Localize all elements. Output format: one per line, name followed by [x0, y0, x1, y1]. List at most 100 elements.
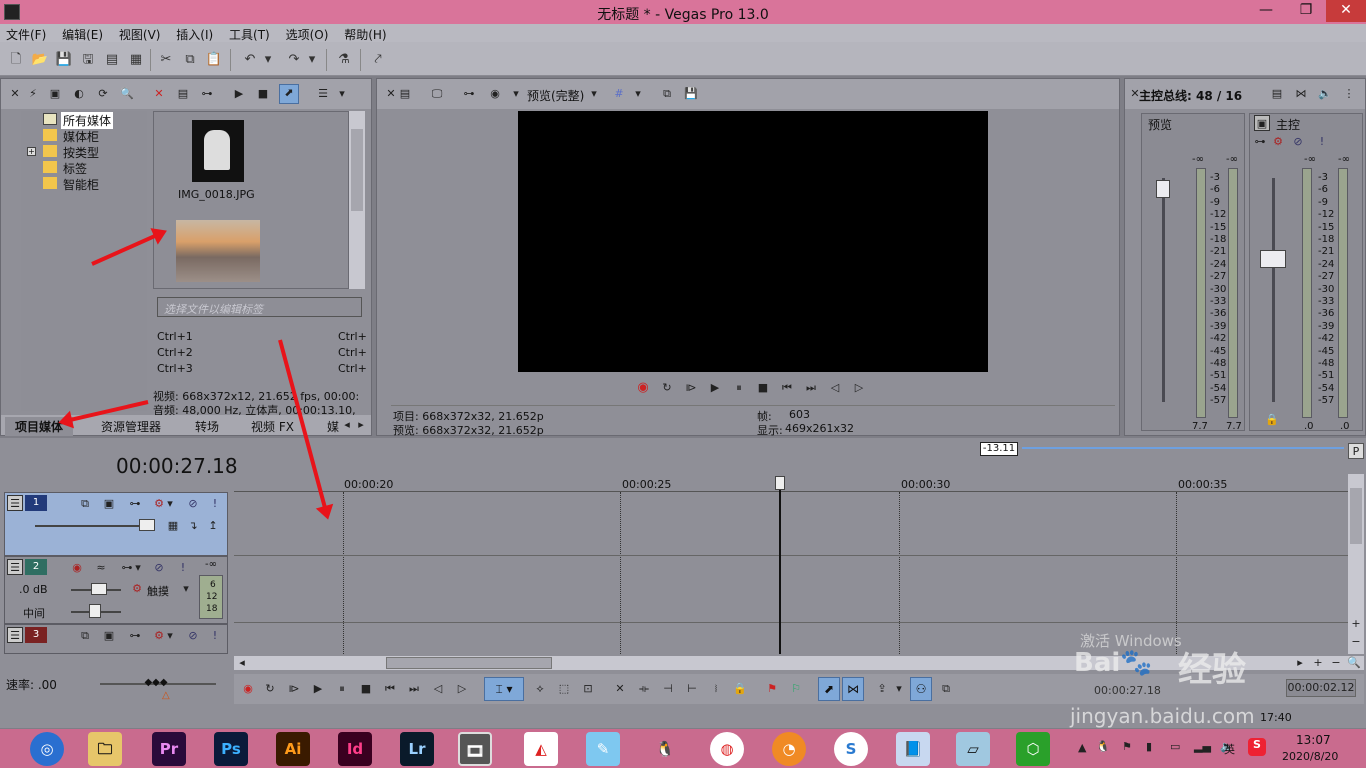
- capture-icon[interactable]: ▣: [47, 86, 63, 102]
- record-icon[interactable]: ◉: [635, 380, 651, 396]
- pan-slider[interactable]: [89, 604, 101, 618]
- sogou-browser-icon[interactable]: S: [834, 732, 868, 766]
- app-icon[interactable]: ▱: [956, 732, 990, 766]
- views-dropdown-icon[interactable]: ▾: [337, 86, 347, 102]
- external-monitor-icon[interactable]: 🖵: [429, 86, 445, 102]
- mute-icon[interactable]: ⊘: [185, 628, 201, 644]
- meter-options-icon[interactable]: ⋮: [1341, 86, 1357, 102]
- stop-icon[interactable]: ■: [755, 380, 771, 396]
- preview-quality[interactable]: 预览(完整): [527, 87, 584, 104]
- photoshop-icon[interactable]: Ps: [214, 732, 248, 766]
- clock-date[interactable]: 2020/8/20: [1282, 750, 1338, 763]
- save-as-icon[interactable]: 🖫: [78, 50, 98, 70]
- render-icon[interactable]: ▤: [102, 50, 122, 70]
- tree-item-media-bins[interactable]: 媒体柜: [63, 128, 99, 145]
- video-track-3-header[interactable]: ☰ 3 ⧉ ▣ ⊶ ⚙ ▾ ⊘ !: [4, 624, 228, 654]
- arm-record-icon[interactable]: ◉: [69, 560, 85, 576]
- dim-output-icon[interactable]: 🔈: [1317, 86, 1333, 102]
- composite-child-icon[interactable]: ▦: [165, 518, 181, 534]
- new-file-icon[interactable]: 🗋: [6, 50, 26, 70]
- indesign-icon[interactable]: Id: [338, 732, 372, 766]
- lock-icon[interactable]: 🔒: [1264, 412, 1280, 428]
- track-level-slider[interactable]: [139, 519, 155, 531]
- normal-edit-tool-icon[interactable]: ⌶ ▾: [484, 677, 524, 701]
- composite-mode-icon[interactable]: ▣: [101, 628, 117, 644]
- previous-frame-icon[interactable]: ◁: [430, 681, 446, 697]
- selection-tool-icon[interactable]: ⬚: [556, 681, 572, 697]
- overlays-dropdown-icon[interactable]: ▾: [633, 86, 643, 102]
- panel-close-icon[interactable]: ✕: [7, 86, 23, 102]
- lock-icon[interactable]: 🔒: [732, 681, 748, 697]
- auto-preview-icon[interactable]: ⬈: [279, 84, 299, 104]
- downmix-icon[interactable]: ⋈: [1293, 86, 1309, 102]
- volume-slider[interactable]: [91, 583, 107, 595]
- tree-item-tags[interactable]: 标签: [63, 160, 87, 177]
- tab-transitions[interactable]: 转场: [195, 418, 219, 435]
- solo-icon[interactable]: !: [207, 628, 223, 644]
- video-track-1-header[interactable]: ☰ 1 ⧉ ▣ ⊶ ⚙ ▾ ⊘ ! ▦ ↴ ↥: [4, 492, 228, 556]
- invert-phase-icon[interactable]: ≈: [93, 560, 109, 576]
- plugin-chain-icon[interactable]: ⊶: [1252, 134, 1268, 150]
- region-marker[interactable]: -13.11: [980, 442, 1018, 456]
- app-icon[interactable]: ◔: [772, 732, 806, 766]
- play-from-start-icon[interactable]: ⧐: [683, 380, 699, 396]
- zoom-edit-tool-icon[interactable]: ⊡: [580, 681, 596, 697]
- app-icon[interactable]: ✎: [586, 732, 620, 766]
- file-explorer-icon[interactable]: 🗀: [88, 732, 122, 766]
- whats-this-icon[interactable]: ⤤: [368, 50, 388, 70]
- rate-slider[interactable]: ◆◆◆: [144, 677, 168, 689]
- track-minimize-icon[interactable]: ☰: [7, 559, 23, 575]
- tree-item-smart-bins[interactable]: 智能柜: [63, 176, 99, 193]
- ime-indicator[interactable]: 英: [1224, 741, 1235, 757]
- qq-icon[interactable]: 🐧: [648, 732, 682, 766]
- app-icon[interactable]: ⬡: [1016, 732, 1050, 766]
- cut-icon[interactable]: ✂: [156, 50, 176, 70]
- lock-envelopes-icon[interactable]: ⚇: [910, 677, 932, 701]
- tab-video-fx[interactable]: 视频 FX: [251, 418, 294, 435]
- auto-ripple-icon[interactable]: ⇪: [874, 681, 890, 697]
- previous-frame-icon[interactable]: ◁: [827, 380, 843, 396]
- next-frame-icon[interactable]: ▷: [454, 681, 470, 697]
- hscroll-thumb[interactable]: [386, 657, 552, 669]
- plugin-chain-icon[interactable]: ⊶: [127, 628, 143, 644]
- refresh-icon[interactable]: ⟳: [95, 86, 111, 102]
- media-properties-icon[interactable]: ▤: [175, 86, 191, 102]
- chrome-icon[interactable]: ◍: [710, 732, 744, 766]
- tag-input[interactable]: 选择文件以编辑标签: [157, 297, 362, 317]
- trim-start-icon[interactable]: ⊣: [660, 681, 676, 697]
- solo-icon[interactable]: !: [207, 496, 223, 512]
- make-compositing-child-icon[interactable]: ↴: [185, 518, 201, 534]
- track-motion-icon[interactable]: ⧉: [77, 496, 93, 512]
- browser-icon[interactable]: ◎: [30, 732, 64, 766]
- save-snapshot-icon[interactable]: 💾: [683, 86, 699, 102]
- plugin-chain-icon[interactable]: ⊶: [461, 86, 477, 102]
- master-fx-icon[interactable]: ▣: [1254, 115, 1270, 131]
- go-to-end-icon[interactable]: ⏭: [406, 681, 422, 697]
- properties-icon[interactable]: ▦: [126, 50, 146, 70]
- overlays-icon[interactable]: #: [611, 86, 627, 102]
- thumbnail-scrollbar[interactable]: [349, 111, 365, 289]
- go-to-start-icon[interactable]: ⏮: [382, 681, 398, 697]
- expand-icon[interactable]: +: [27, 147, 36, 156]
- track-fx-dropdown-icon[interactable]: ▾: [165, 496, 175, 512]
- playhead-handle[interactable]: [775, 476, 785, 490]
- solo-icon[interactable]: !: [1314, 134, 1330, 150]
- auto-crossfade-icon[interactable]: ⋈: [842, 677, 864, 701]
- envelope-tool-icon[interactable]: ⟡: [532, 681, 548, 697]
- go-to-end-icon[interactable]: ⏭: [803, 380, 819, 396]
- plugin-dropdown-icon[interactable]: ▾: [133, 560, 143, 576]
- trim-end-icon[interactable]: ⊢: [684, 681, 700, 697]
- track-fx-icon[interactable]: ⚙: [129, 581, 145, 597]
- play-icon[interactable]: ▶: [707, 380, 723, 396]
- media-thumbnail-video[interactable]: [176, 220, 260, 282]
- save-icon[interactable]: 💾: [54, 50, 74, 70]
- track-minimize-icon[interactable]: ☰: [7, 627, 23, 643]
- preview-fader[interactable]: [1156, 180, 1170, 198]
- loop-icon[interactable]: ↻: [659, 380, 675, 396]
- insert-region-icon[interactable]: ⚐: [788, 681, 804, 697]
- quality-dropdown-icon[interactable]: ▾: [589, 86, 599, 102]
- lightroom-icon[interactable]: Lr: [400, 732, 434, 766]
- track-motion-icon[interactable]: ⧉: [77, 628, 93, 644]
- ripple-dropdown-icon[interactable]: ▾: [894, 681, 904, 697]
- premiere-icon[interactable]: Pr: [152, 732, 186, 766]
